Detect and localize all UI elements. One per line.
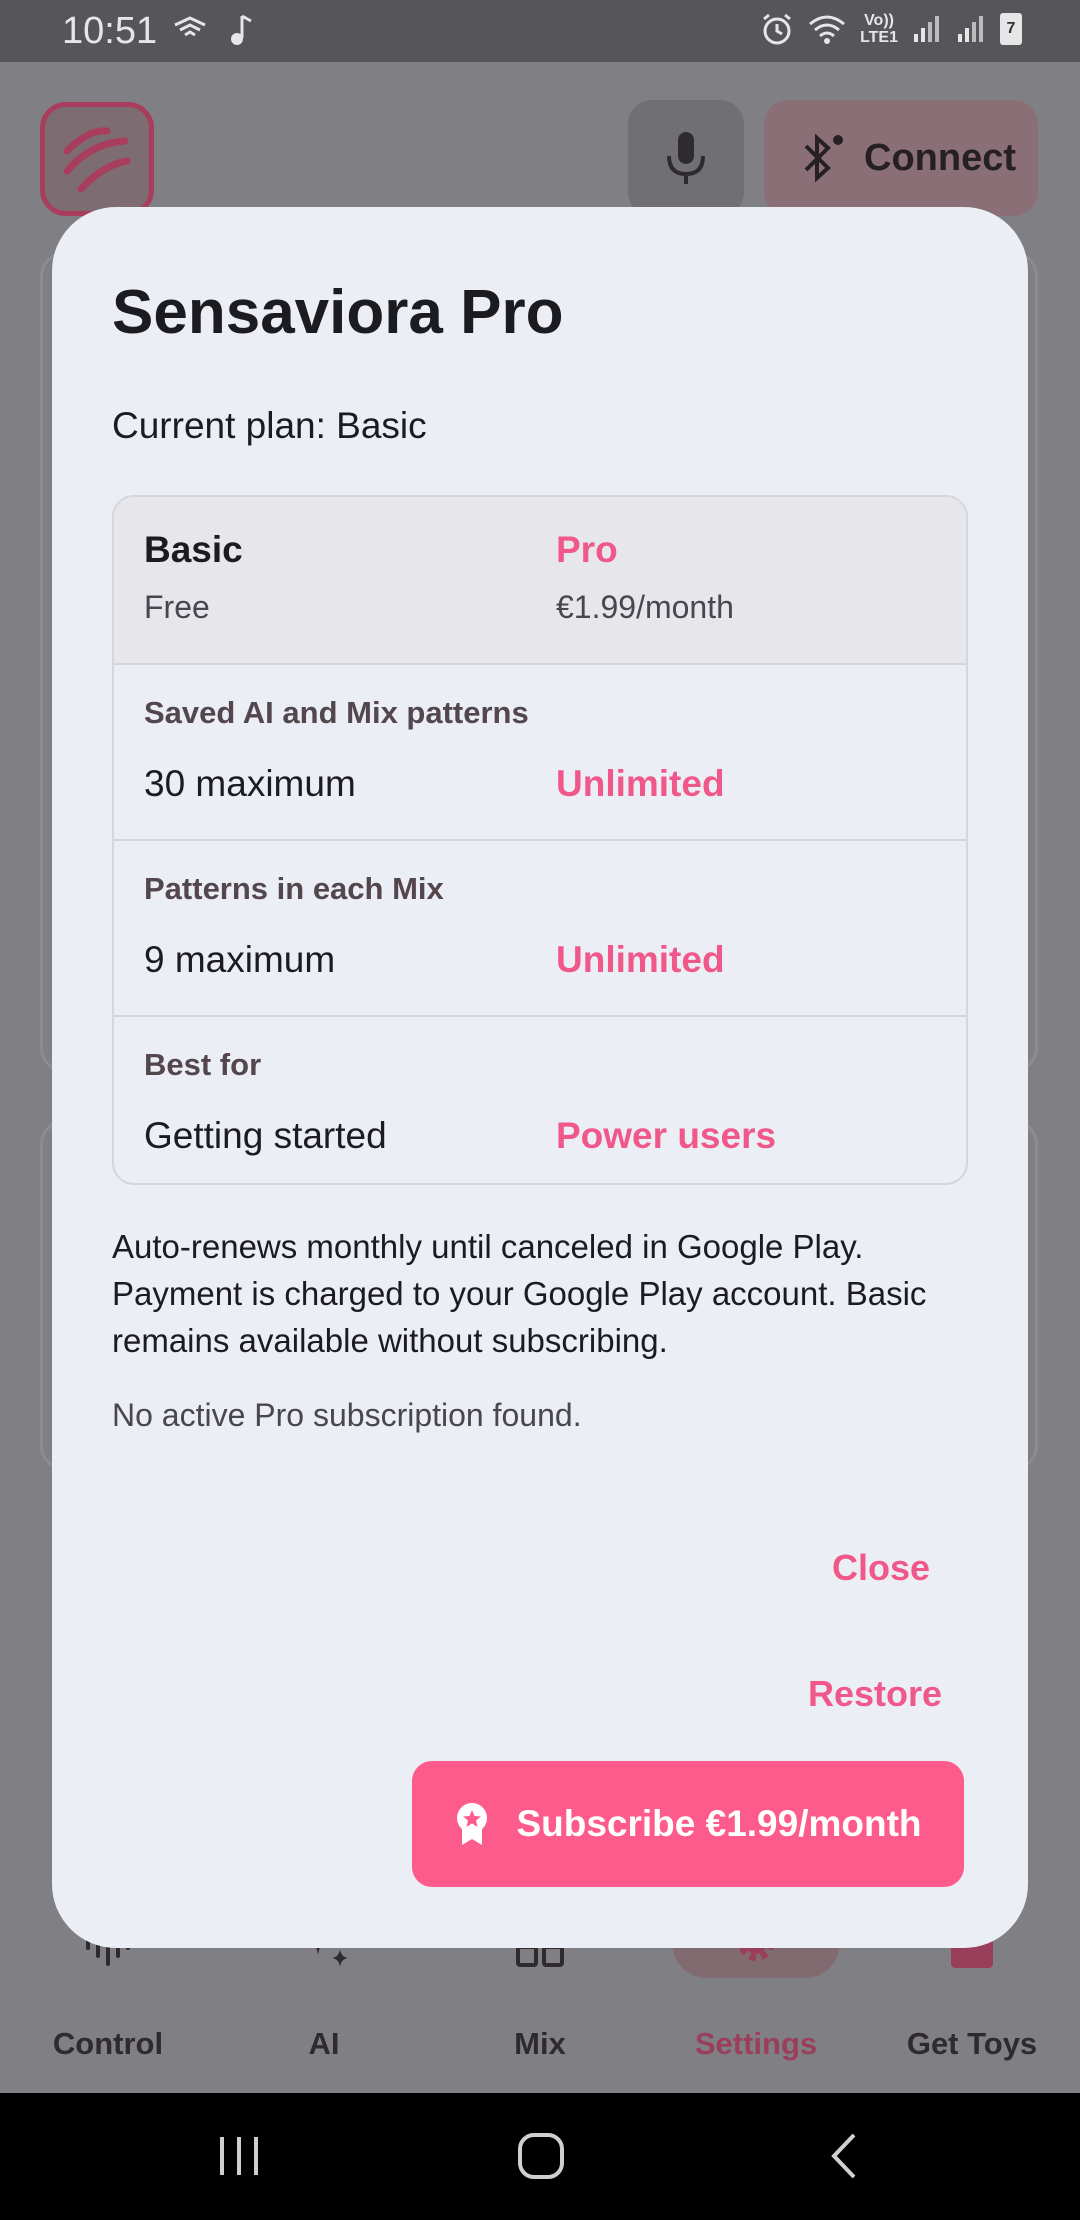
row-pro-value: Unlimited	[556, 763, 725, 804]
wifi-icon	[809, 15, 846, 44]
network-type: Vo)) LTE1	[860, 12, 898, 46]
pro-plan-price: €1.99/month	[556, 589, 734, 625]
plan-comparison-table: Basic Free Pro €1.99/month Saved AI and …	[112, 495, 968, 1185]
recent-apps-icon[interactable]	[214, 2131, 264, 2181]
pro-plan-name: Pro	[556, 529, 618, 570]
system-navigation-bar	[0, 2093, 1080, 2220]
bluetooth-icon	[804, 133, 843, 183]
subscribe-label: Subscribe €1.99/month	[516, 1803, 922, 1844]
dialog-title: Sensaviora Pro	[112, 278, 564, 347]
subscribe-button[interactable]: Subscribe €1.99/month	[412, 1761, 964, 1887]
battery-icon: 7	[1000, 13, 1022, 45]
basic-plan-name: Basic	[144, 529, 243, 570]
table-row: Saved AI and Mix patterns 30 maximum Unl…	[114, 663, 966, 839]
connect-button[interactable]: Connect	[764, 100, 1038, 216]
alarm-icon	[763, 13, 791, 45]
row-pro-value: Unlimited	[556, 939, 725, 980]
status-bar: 10:51 Vo)) LTE1 7	[0, 0, 1080, 62]
battery-level: 7	[1006, 20, 1016, 37]
current-plan-text: Current plan: Basic	[112, 405, 427, 446]
table-header: Basic Free Pro €1.99/month	[114, 497, 966, 663]
signal-icon	[914, 16, 939, 42]
wave-logo-icon	[63, 127, 131, 193]
subscription-status-message: No active Pro subscription found.	[112, 1397, 582, 1433]
award-badge-icon	[457, 1803, 488, 1845]
status-time: 10:51	[62, 10, 158, 52]
renewal-note: Auto-renews monthly until canceled in Go…	[112, 1228, 927, 1359]
music-note-icon	[231, 14, 252, 45]
row-basic-value: 30 maximum	[144, 763, 356, 804]
signal-icon-2	[958, 16, 983, 42]
row-label: Best for	[144, 1047, 262, 1082]
back-icon[interactable]	[822, 2131, 872, 2181]
app-logo	[40, 102, 154, 216]
basic-plan-price: Free	[144, 589, 210, 625]
row-label: Saved AI and Mix patterns	[144, 695, 529, 730]
row-basic-value: Getting started	[144, 1115, 387, 1156]
home-icon[interactable]	[516, 2131, 566, 2181]
connect-label: Connect	[864, 136, 1016, 179]
row-pro-value: Power users	[556, 1115, 777, 1156]
close-button[interactable]: Close	[832, 1547, 930, 1589]
wireless-icon	[174, 16, 206, 37]
microphone-button[interactable]	[628, 100, 744, 216]
row-label: Patterns in each Mix	[144, 871, 444, 906]
microphone-icon	[667, 132, 705, 184]
table-row: Best for Getting started Power users	[114, 1015, 966, 1183]
row-basic-value: 9 maximum	[144, 939, 336, 980]
table-row: Patterns in each Mix 9 maximum Unlimited	[114, 839, 966, 1015]
restore-button[interactable]: Restore	[808, 1673, 942, 1715]
subscription-dialog: Sensaviora Pro Current plan: Basic Basic…	[52, 207, 1028, 1948]
